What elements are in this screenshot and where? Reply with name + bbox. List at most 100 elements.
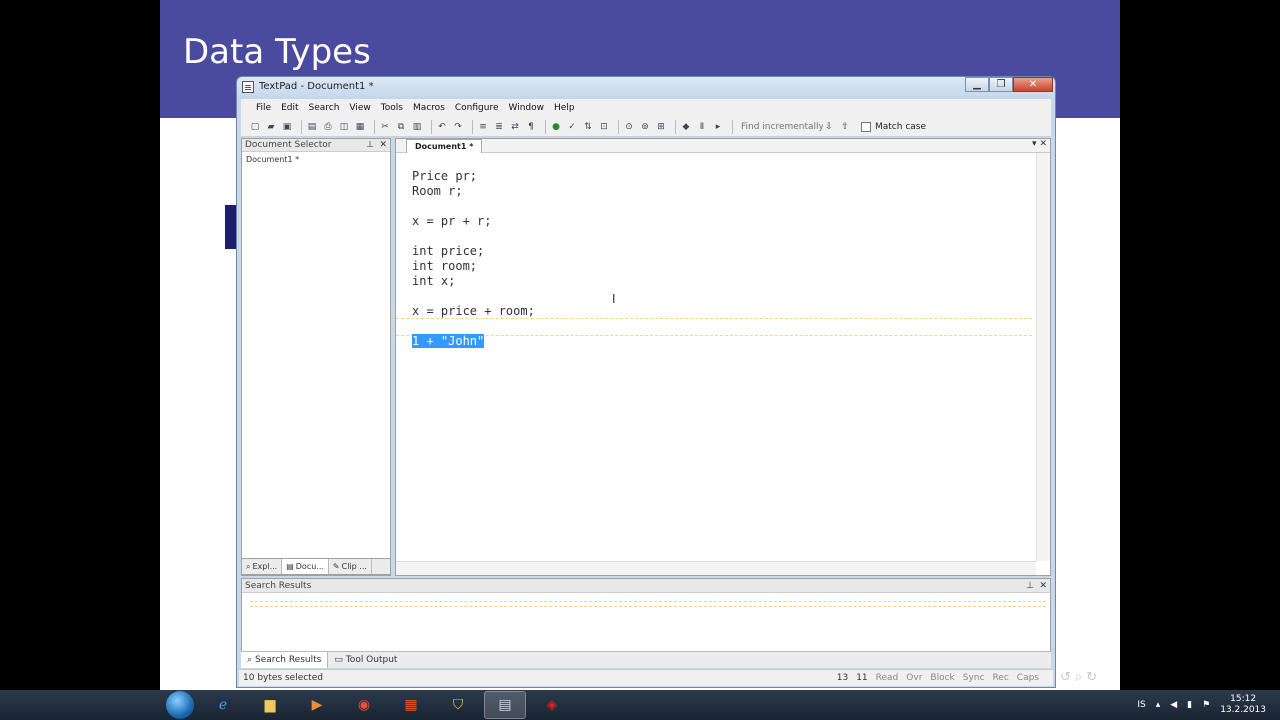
clock-date: 13.2.2013: [1220, 705, 1266, 715]
document-tab[interactable]: Document1 *: [406, 139, 483, 153]
shield-icon[interactable]: ⛉: [437, 691, 479, 719]
clock-time: 15:12: [1230, 694, 1257, 704]
status-message: 10 bytes selected: [243, 673, 323, 683]
code-line[interactable]: int price;: [412, 244, 535, 259]
match-case-checkbox[interactable]: [861, 121, 871, 132]
code-text: Price pr;: [412, 169, 478, 183]
menu-view[interactable]: View: [344, 103, 375, 113]
paste-icon[interactable]: ▥: [411, 121, 423, 133]
replace-icon[interactable]: ⊞: [655, 121, 667, 133]
textpad-app-icon[interactable]: [242, 81, 254, 93]
code-line[interactable]: 1 + "John": [412, 334, 535, 349]
web-icon[interactable]: ●: [550, 121, 562, 133]
close-pane-icon[interactable]: ✕: [1039, 579, 1047, 593]
print-preview-icon[interactable]: ◫: [338, 121, 350, 133]
menu-edit[interactable]: Edit: [276, 103, 303, 113]
media-icon[interactable]: ▶: [296, 691, 338, 719]
status-sync: Sync: [962, 673, 985, 683]
spellcheck-icon[interactable]: ✓: [566, 121, 578, 133]
close-document-icon[interactable]: ✕: [1039, 139, 1047, 149]
document-list-item[interactable]: Document1 *: [242, 152, 390, 167]
window-titlebar[interactable]: TextPad - Document1 * ▁ ❐ ✕: [237, 77, 1055, 99]
close-pane-icon[interactable]: ✕: [379, 139, 387, 152]
menu-configure[interactable]: Configure: [450, 103, 504, 113]
find-incrementally-input[interactable]: [741, 119, 823, 134]
volume-icon[interactable]: ◀: [1170, 700, 1177, 710]
save-icon[interactable]: ▣: [281, 121, 293, 133]
vertical-scrollbar[interactable]: [1036, 153, 1050, 561]
open-file-icon[interactable]: ▰: [265, 121, 277, 133]
undo-icon[interactable]: ↶: [436, 121, 448, 133]
menu-macros[interactable]: Macros: [408, 103, 450, 113]
undo-icon[interactable]: ↺: [1060, 670, 1071, 685]
properties-icon[interactable]: ▦: [354, 121, 366, 133]
clock[interactable]: 15:12 13.2.2013: [1220, 694, 1266, 716]
textpad-icon[interactable]: ▤: [484, 691, 526, 719]
menu-window[interactable]: Window: [504, 103, 550, 113]
code-line[interactable]: x = price + room;: [412, 304, 535, 319]
pause-icon[interactable]: Ⅱ: [696, 121, 708, 133]
new-file-icon[interactable]: ▢: [249, 121, 261, 133]
toolbar-separator: [545, 119, 546, 134]
find-up-icon[interactable]: ⇧: [839, 121, 851, 133]
search-icon: ⌕: [247, 655, 253, 665]
tab-document-selector[interactable]: ▤ Docu...: [282, 559, 329, 574]
find-icon[interactable]: ⊙: [623, 121, 635, 133]
code-line[interactable]: [412, 319, 535, 334]
menu-tools[interactable]: Tools: [376, 103, 408, 113]
network-icon[interactable]: ▮: [1187, 700, 1192, 710]
menu-file[interactable]: File: [251, 103, 276, 113]
code-line[interactable]: [412, 199, 535, 214]
compare-icon[interactable]: ⊡: [598, 121, 610, 133]
tab-search-results[interactable]: ⌕ Search Results: [241, 652, 329, 668]
code-line[interactable]: [412, 229, 535, 244]
chrome-icon[interactable]: ◉: [343, 691, 385, 719]
record-macro-icon[interactable]: ◆: [680, 121, 692, 133]
start-button[interactable]: [166, 691, 194, 719]
pin-icon[interactable]: ⊥: [366, 139, 374, 152]
code-line[interactable]: int room;: [412, 259, 535, 274]
horizontal-scrollbar[interactable]: [396, 561, 1036, 575]
tab-explorer[interactable]: ⌕ Expl...: [242, 559, 283, 574]
indent-icon[interactable]: ≡: [477, 121, 489, 133]
pdf-icon[interactable]: ◈: [531, 691, 573, 719]
word-wrap-icon[interactable]: ⇄: [509, 121, 521, 133]
save-all-icon[interactable]: ▤: [306, 121, 318, 133]
pilcrow-icon[interactable]: ¶: [525, 121, 537, 133]
status-ovr: Ovr: [906, 673, 923, 683]
action-center-icon[interactable]: ⚑: [1202, 700, 1210, 710]
outdent-icon[interactable]: ≣: [493, 121, 505, 133]
print-icon[interactable]: ⎙: [322, 121, 334, 133]
minimize-button[interactable]: ▁: [965, 77, 989, 92]
find-in-files-icon[interactable]: ⊚: [639, 121, 651, 133]
code-line[interactable]: Price pr;: [412, 169, 535, 184]
code-line[interactable]: Room r;: [412, 184, 535, 199]
tab-clip-library[interactable]: ✎ Clip ...: [329, 559, 372, 574]
play-macro-icon[interactable]: ▸: [712, 121, 724, 133]
tool-output-icon: ▭: [334, 655, 343, 665]
maximize-button[interactable]: ❐: [989, 77, 1013, 92]
language-indicator[interactable]: IS: [1137, 700, 1145, 710]
tab-tool-output[interactable]: ▭ Tool Output: [328, 652, 403, 668]
code-line[interactable]: x = pr + r;: [412, 214, 535, 229]
status-read: Read: [875, 673, 899, 683]
sort-icon[interactable]: ⇅: [582, 121, 594, 133]
redo-icon[interactable]: ↻: [1086, 670, 1097, 685]
code-line[interactable]: [412, 289, 535, 304]
chevron-down-icon[interactable]: ▾: [1032, 139, 1037, 149]
menu-help[interactable]: Help: [549, 103, 580, 113]
copy-icon[interactable]: ⧉: [395, 121, 407, 133]
menu-search[interactable]: Search: [304, 103, 345, 113]
search-icon[interactable]: ⌕: [1075, 670, 1082, 685]
ie-icon[interactable]: ℯ: [202, 691, 244, 719]
pin-icon[interactable]: ⊥: [1026, 579, 1034, 593]
close-button[interactable]: ✕: [1013, 77, 1053, 92]
code-area[interactable]: Price pr; Room r; x = pr + r; int price; int…: [412, 169, 535, 349]
explorer-icon[interactable]: ▆: [249, 691, 291, 719]
chevron-up-icon[interactable]: ▴: [1156, 700, 1161, 710]
office-icon[interactable]: ▦: [390, 691, 432, 719]
find-down-icon[interactable]: ⇩: [823, 121, 835, 133]
code-line[interactable]: int x;: [412, 274, 535, 289]
redo-icon[interactable]: ↷: [452, 121, 464, 133]
cut-icon[interactable]: ✂: [379, 121, 391, 133]
